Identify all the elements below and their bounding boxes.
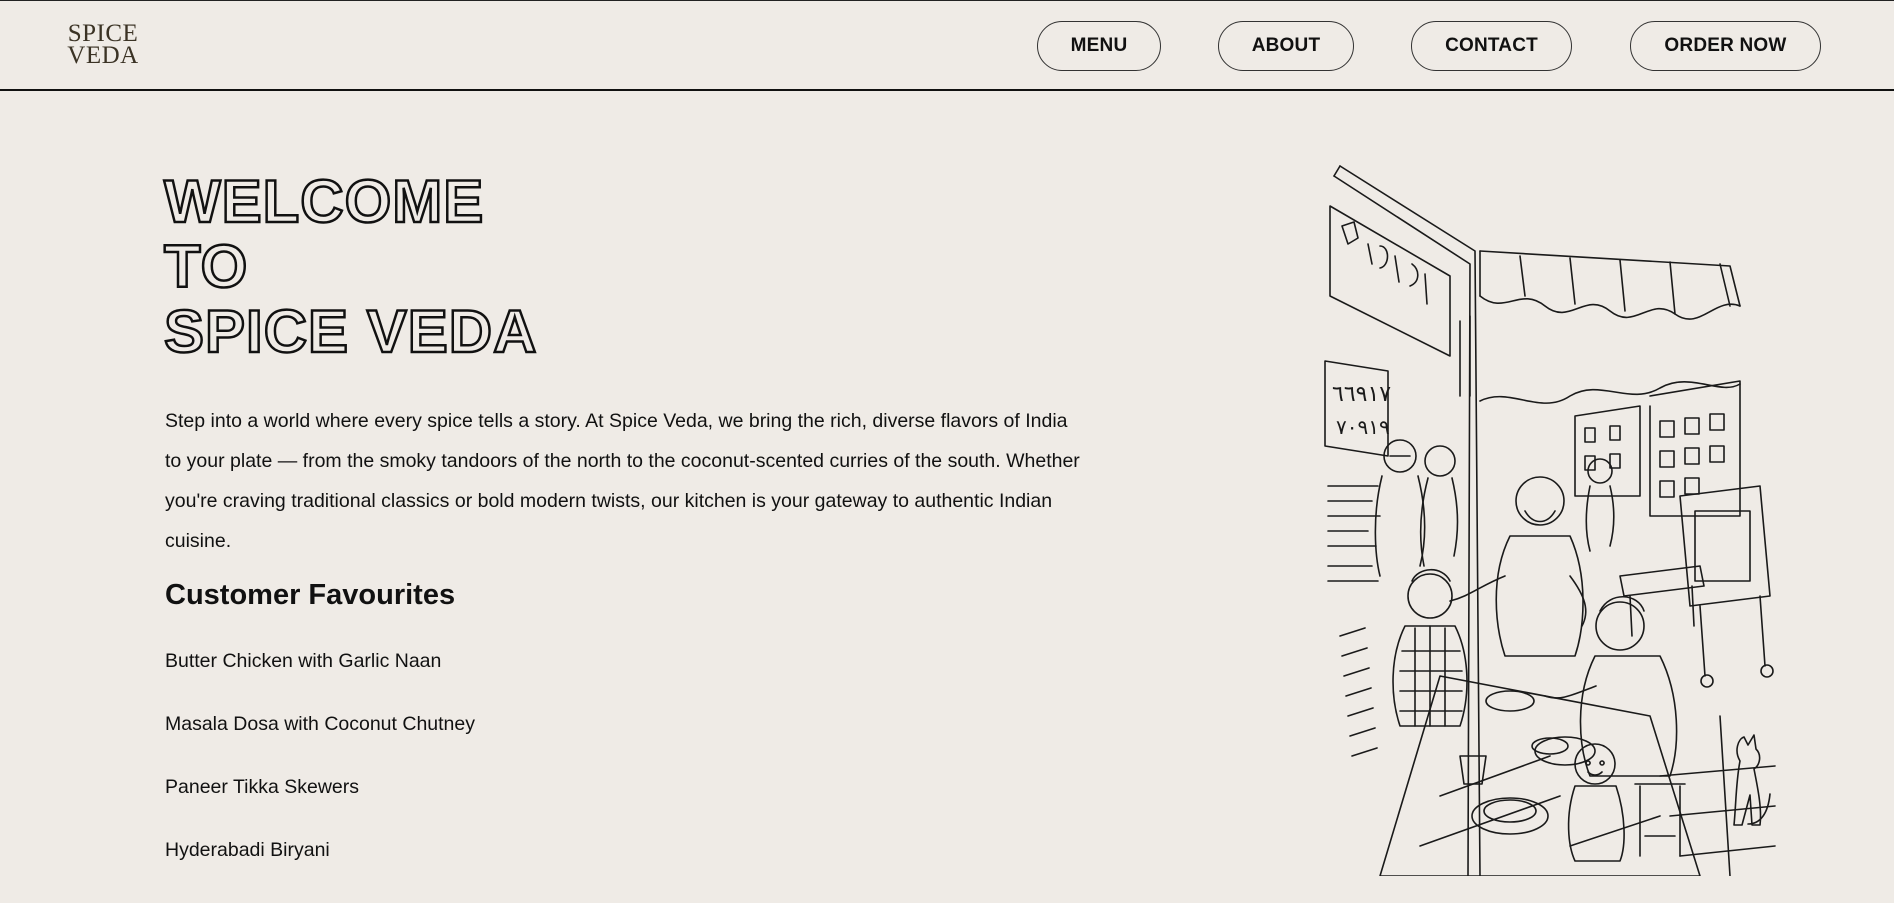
restaurant-street-illustration: ٦٦٩١٧ ٧٠٩١٩ <box>1324 165 1776 876</box>
order-now-button[interactable]: ORDER NOW <box>1630 21 1821 71</box>
favourite-item: Masala Dosa with Coconut Chutney <box>165 713 475 735</box>
sign-text-line-2: ٧٠٩١٩ <box>1336 415 1390 439</box>
hero-title-line-3: SPICE VEDA <box>163 298 538 366</box>
hero-title: WELCOME TO SPICE VEDA <box>163 168 538 366</box>
favourites-list: Butter Chicken with Garlic Naan Masala D… <box>165 646 475 898</box>
site-header: SPICE VEDA MENU ABOUT CONTACT ORDER NOW <box>0 1 1894 91</box>
about-button[interactable]: ABOUT <box>1218 21 1354 71</box>
favourite-item: Hyderabadi Biryani <box>165 839 330 861</box>
favourites-heading: Customer Favourites <box>165 579 456 611</box>
menu-button[interactable]: MENU <box>1037 21 1161 71</box>
logo-line-2: VEDA <box>67 42 139 69</box>
intro-paragraph: Step into a world where every spice tell… <box>165 410 1080 552</box>
hero-title-line-2: TO <box>163 233 249 301</box>
hero-title-line-1: WELCOME <box>163 168 485 236</box>
contact-button[interactable]: CONTACT <box>1411 21 1572 71</box>
page: SPICE VEDA MENU ABOUT CONTACT ORDER NOW … <box>0 0 1894 903</box>
favourite-item: Butter Chicken with Garlic Naan <box>165 650 442 672</box>
favourite-item: Paneer Tikka Skewers <box>165 776 360 798</box>
logo[interactable]: SPICE VEDA <box>62 21 144 69</box>
sign-text-line-1: ٦٦٩١٧ <box>1332 382 1391 407</box>
